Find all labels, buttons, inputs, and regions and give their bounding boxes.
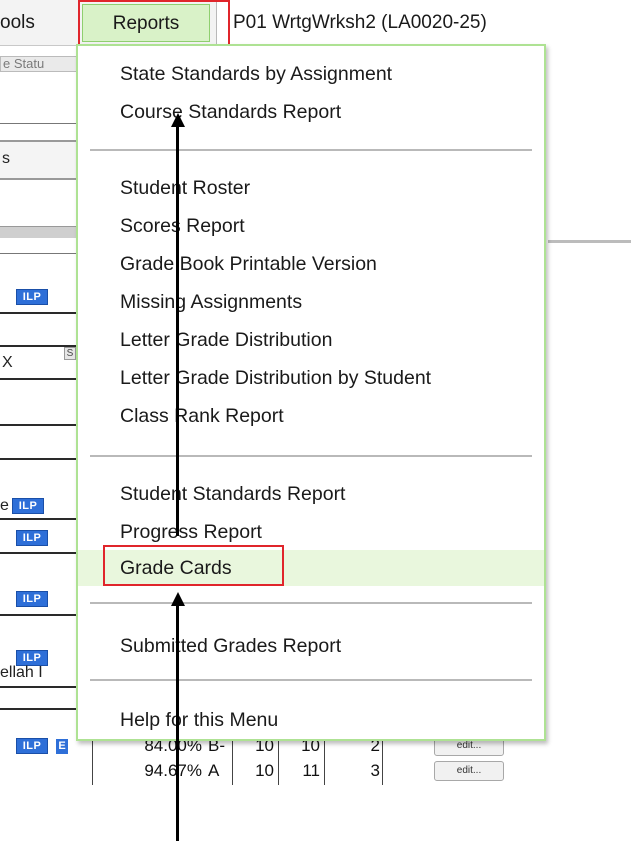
ilp-badge[interactable]: ILP: [16, 530, 48, 546]
grade-cards-highlight-box: [103, 545, 284, 586]
menu-tools[interactable]: ools: [0, 4, 78, 42]
table-gridline: [382, 740, 383, 785]
value-cell: 11: [302, 761, 320, 780]
row-line: [0, 614, 78, 616]
menu-item-class-rank-report[interactable]: Class Rank Report: [78, 400, 544, 432]
table-gridline: [92, 740, 93, 785]
edit-button[interactable]: edit...: [434, 761, 504, 781]
s-badge: S: [64, 347, 76, 360]
row-line: [0, 458, 78, 460]
menu-item-student-standards-report[interactable]: Student Standards Report: [78, 478, 544, 510]
ilp-badge[interactable]: ILP: [16, 738, 48, 754]
row-line: [0, 518, 78, 520]
menu-item-letter-grade-distribution[interactable]: Letter Grade Distribution: [78, 324, 544, 356]
table-row: 94.67% A 10 11 3 edit...: [92, 758, 510, 784]
menu-item-help-for-this-menu[interactable]: Help for this Menu: [78, 704, 544, 736]
divider: [0, 253, 78, 254]
text-fragment: X: [2, 354, 13, 371]
row-line: [0, 708, 78, 710]
menu-item-submitted-grades-report[interactable]: Submitted Grades Report: [78, 630, 544, 662]
student-name-fragment[interactable]: ellah I: [0, 664, 78, 682]
ilp-badge[interactable]: ILP: [16, 591, 48, 607]
percent-cell: 94.67%: [144, 761, 202, 780]
tab-fragment[interactable]: e Statu: [0, 56, 78, 72]
menu-item-state-standards-by-assignment[interactable]: State Standards by Assignment: [78, 58, 544, 90]
e-badge: E: [56, 739, 68, 754]
annotation-arrow-shaft: [176, 126, 179, 536]
ilp-badge[interactable]: ILP: [16, 289, 48, 305]
menu-item-grade-book-printable-version[interactable]: Grade Book Printable Version: [78, 248, 544, 280]
menu-item-letter-grade-distribution-by-student[interactable]: Letter Grade Distribution by Student: [78, 362, 544, 394]
row-line: [0, 552, 78, 554]
menu-separator: [90, 455, 532, 457]
row-line: [0, 378, 78, 380]
menu-item-student-roster[interactable]: Student Roster: [78, 172, 544, 204]
header-band: [0, 226, 78, 238]
menu-separator: [90, 679, 532, 681]
grade-cell: A: [208, 761, 220, 780]
table-gridline: [278, 740, 279, 785]
row-line: [0, 312, 78, 314]
row-line: [0, 686, 78, 688]
course-title: P01 WrtgWrksh2 (LA0020-25): [216, 0, 631, 46]
menu-separator: [90, 602, 532, 604]
table-gridline: [324, 740, 325, 785]
divider: [0, 123, 78, 124]
menu-item-progress-report[interactable]: Progress Report: [78, 516, 544, 548]
annotation-arrow-shaft: [176, 605, 179, 841]
menu-item-missing-assignments[interactable]: Missing Assignments: [78, 286, 544, 318]
arrow-up-icon: [171, 113, 185, 127]
reports-dropdown-menu: State Standards by Assignment Course Sta…: [76, 44, 546, 741]
menu-item-scores-report[interactable]: Scores Report: [78, 210, 544, 242]
header-band-right: [548, 240, 631, 243]
ilp-badge[interactable]: ILP: [12, 498, 44, 514]
menu-separator: [90, 149, 532, 151]
value-cell: 10: [255, 761, 274, 780]
row-line: [0, 424, 78, 426]
value-cell: 3: [370, 761, 380, 780]
arrow-up-icon: [171, 592, 185, 606]
menu-item-course-standards-report[interactable]: Course Standards Report: [78, 96, 544, 128]
table-gridline: [232, 740, 233, 785]
text-fragment: s: [0, 140, 78, 180]
